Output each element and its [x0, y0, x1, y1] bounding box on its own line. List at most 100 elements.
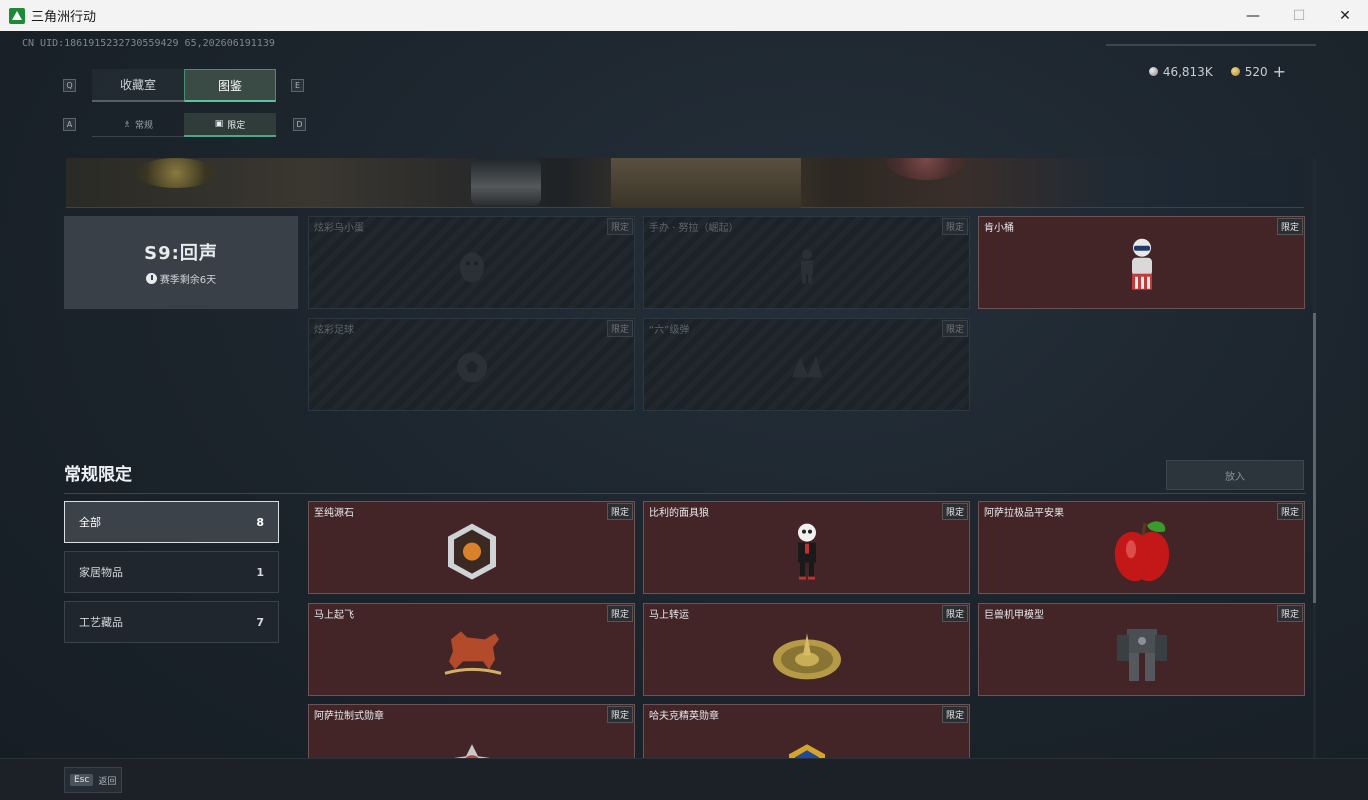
- add-currency-button[interactable]: +: [1273, 62, 1286, 81]
- esc-key-icon: Esc: [70, 774, 94, 786]
- tab-collection[interactable]: 收藏室: [92, 69, 184, 102]
- figure-icon: [800, 248, 813, 283]
- top-divider: [1106, 44, 1316, 46]
- season-item-card[interactable]: 肯小桶 限定: [978, 216, 1305, 309]
- season-remaining: 赛季剩余6天: [145, 271, 217, 286]
- key-hint-e: E: [291, 79, 304, 92]
- item-name: 肯小桶: [984, 223, 1014, 234]
- season-item-card[interactable]: 手办 · 努拉（崛起） 限定: [643, 216, 970, 309]
- silver-currency: 46,813K: [1148, 64, 1213, 79]
- limited-tag: 限定: [941, 605, 968, 622]
- chef-figure-icon: [1131, 238, 1152, 290]
- bird-egg-icon: [459, 251, 484, 282]
- regular-item-card[interactable]: 马上转运 限定: [643, 603, 970, 696]
- bottom-bar: Esc 返回: [0, 758, 1368, 800]
- season-item-card[interactable]: 炫彩足球 限定: [308, 318, 635, 411]
- apple-icon: [1114, 520, 1169, 581]
- filter-count: 1: [256, 565, 264, 579]
- item-name: 炫彩足球: [314, 325, 354, 336]
- limited-tag: 限定: [1276, 605, 1303, 622]
- item-name: 比利的面具狼: [649, 508, 709, 519]
- limited-tag: 限定: [606, 706, 633, 723]
- item-name: 阿萨拉极品平安果: [984, 508, 1064, 519]
- item-name: 阿萨拉制式勋章: [314, 711, 384, 722]
- regular-item-card[interactable]: 至纯源石 限定: [308, 501, 635, 594]
- filter-label: 工艺藏品: [79, 616, 123, 629]
- section-divider: [64, 493, 1306, 494]
- item-name: 炫彩乌小蛋: [314, 223, 364, 234]
- gold-coin-icon: [1230, 67, 1240, 76]
- filter-crafts[interactable]: 工艺藏品 7: [64, 601, 279, 643]
- regular-item-card[interactable]: 马上起飞 限定: [308, 603, 635, 696]
- app-logo-icon: [9, 7, 25, 24]
- season-item-card[interactable]: 炫彩乌小蛋 限定: [308, 216, 635, 309]
- limited-tag: 限定: [1276, 503, 1303, 520]
- season-item-card[interactable]: “六”级弹 限定: [643, 318, 970, 411]
- user-uid: CN UID:1861915232730559429 65,2026061911…: [22, 38, 275, 49]
- subtab-limited[interactable]: ▣ 限定: [184, 113, 276, 137]
- limited-tag: 限定: [941, 706, 968, 723]
- filter-label: 家居物品: [79, 566, 123, 579]
- season-title: S9:回声: [144, 243, 218, 264]
- tab-catalog[interactable]: 图鉴: [184, 69, 276, 102]
- silver-coin-icon: [1148, 67, 1158, 76]
- item-name: 手办 · 努拉（崛起）: [649, 223, 739, 234]
- minimize-button[interactable]: —: [1230, 0, 1276, 31]
- season-remaining-text: 赛季剩余6天: [159, 275, 217, 286]
- clock-icon: [145, 273, 157, 284]
- window-title: 三角洲行动: [31, 10, 97, 25]
- banner-cloth: [611, 158, 801, 208]
- item-name: 马上起飞: [314, 610, 354, 621]
- mech-model-icon: [1116, 628, 1167, 681]
- import-button[interactable]: 放入: [1166, 460, 1304, 490]
- regular-item-card[interactable]: 阿萨拉制式勋章 限定: [308, 704, 635, 761]
- close-button[interactable]: ✕: [1322, 0, 1368, 31]
- subtab-regular-label: 常规: [135, 121, 154, 131]
- item-name: 至纯源石: [314, 508, 354, 519]
- subtab-regular[interactable]: ♗ 常规: [92, 113, 184, 137]
- section-title: 常规限定: [64, 465, 132, 485]
- regular-icon: ♗: [122, 119, 132, 130]
- limited-tag: 限定: [606, 320, 633, 337]
- limited-tag: 限定: [941, 320, 968, 337]
- maximize-button[interactable]: ☐: [1276, 0, 1322, 31]
- scrollbar-thumb[interactable]: [1313, 313, 1316, 603]
- item-name: “六”级弹: [649, 325, 690, 336]
- horse-icon: [444, 630, 501, 675]
- limited-icon: ▣: [214, 119, 224, 129]
- banner-boots: [471, 158, 541, 206]
- back-label: 返回: [98, 776, 117, 787]
- regular-item-card[interactable]: 哈夫克精英勋章 限定: [643, 704, 970, 761]
- key-hint-d: D: [293, 118, 306, 131]
- regular-item-card[interactable]: 阿萨拉极品平安果 限定: [978, 501, 1305, 594]
- bullet-icon: [791, 354, 822, 377]
- banner-emblem: [136, 158, 216, 188]
- filter-all[interactable]: 全部 8: [64, 501, 279, 543]
- content-scroll-area[interactable]: S9:回声 赛季剩余6天 炫彩乌小蛋 限定 手办 · 努拉（崛起） 限定 肯小桶…: [64, 158, 1306, 761]
- limited-tag: 限定: [941, 503, 968, 520]
- limited-tag: 限定: [606, 503, 633, 520]
- limited-tag: 限定: [1276, 218, 1303, 235]
- puppet-icon: [797, 523, 816, 580]
- filter-home-items[interactable]: 家居物品 1: [64, 551, 279, 593]
- window-controls: — ☐ ✕: [1230, 0, 1368, 31]
- item-name: 巨兽机甲模型: [984, 610, 1044, 621]
- regular-item-card[interactable]: 巨兽机甲模型 限定: [978, 603, 1305, 696]
- limited-tag: 限定: [606, 218, 633, 235]
- season-card: S9:回声 赛季剩余6天: [64, 216, 298, 309]
- compass-plate-icon: [772, 632, 841, 679]
- key-hint-q: Q: [63, 79, 76, 92]
- back-button[interactable]: Esc 返回: [64, 767, 123, 793]
- silver-amount: 46,813K: [1162, 64, 1213, 79]
- app-main: CN UID:1861915232730559429 65,2026061911…: [0, 31, 1368, 800]
- banner-ball: [886, 158, 966, 180]
- soccer-ball-icon: [456, 351, 487, 382]
- limited-tag: 限定: [941, 218, 968, 235]
- limited-tag: 限定: [606, 605, 633, 622]
- gold-amount: 520: [1244, 64, 1268, 79]
- currency-bar: 46,813K 520 +: [1148, 62, 1286, 81]
- regular-item-card[interactable]: 比利的面具狼 限定: [643, 501, 970, 594]
- window-titlebar: 三角洲行动 — ☐ ✕: [0, 0, 1368, 31]
- item-name: 哈夫克精英勋章: [649, 711, 719, 722]
- item-name: 马上转运: [649, 610, 689, 621]
